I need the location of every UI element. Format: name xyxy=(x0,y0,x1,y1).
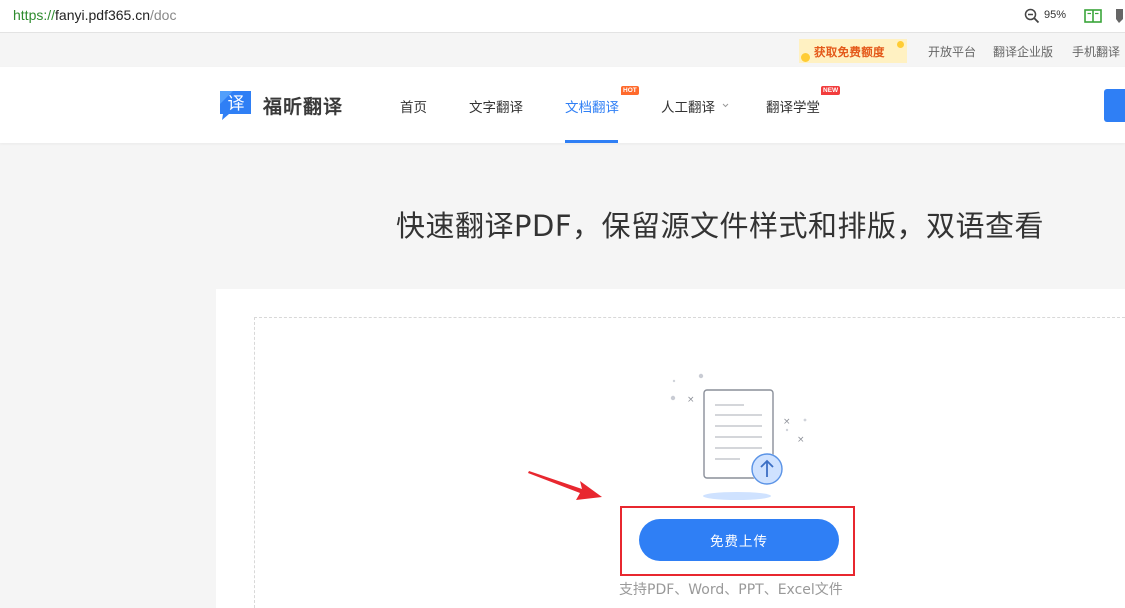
link-open-platform[interactable]: 开放平台 xyxy=(928,43,976,60)
link-mobile[interactable]: 手机翻译 xyxy=(1072,43,1120,60)
link-enterprise[interactable]: 翻译企业版 xyxy=(993,43,1053,60)
browser-address-bar: https://fanyi.pdf365.cn/doc 95% xyxy=(0,0,1125,33)
promo-label: 获取免费额度 xyxy=(814,45,885,59)
nav-doc-translate[interactable]: 文档翻译 xyxy=(565,96,619,116)
svg-text:×: × xyxy=(687,395,695,405)
free-quota-promo[interactable]: 获取免费额度 xyxy=(799,39,907,63)
nav-text-translate[interactable]: 文字翻译 xyxy=(469,96,523,116)
zoom-icon[interactable] xyxy=(1024,8,1040,24)
chevron-down-icon xyxy=(722,103,729,108)
sparkle-icon xyxy=(897,41,904,48)
logo-icon[interactable]: 译 xyxy=(217,88,254,122)
reader-mode-icon[interactable] xyxy=(1084,7,1102,25)
supported-formats-text: 支持PDF、Word、PPT、Excel文件 xyxy=(619,582,843,598)
sparkle-icon xyxy=(801,53,810,62)
new-badge: NEW xyxy=(821,86,841,95)
zoom-level[interactable]: 95% xyxy=(1044,9,1066,21)
utility-bar: 获取免费额度 开放平台 翻译企业版 手机翻译 xyxy=(0,34,1125,67)
svg-text:×: × xyxy=(783,417,791,427)
extension-icon[interactable] xyxy=(1114,7,1125,25)
annotation-arrow xyxy=(528,471,602,500)
hot-badge: HOT xyxy=(621,86,639,95)
nav-academy[interactable]: 翻译学堂 xyxy=(766,96,820,116)
free-upload-button[interactable]: 免费上传 xyxy=(639,519,839,561)
active-nav-underline xyxy=(565,140,618,143)
logo-text[interactable]: 福昕翻译 xyxy=(263,92,343,119)
login-button[interactable] xyxy=(1104,89,1125,122)
main-header: 译 福昕翻译 首页 文字翻译 文档翻译 HOT 人工翻译 翻译学堂 NEW xyxy=(0,67,1125,143)
nav-human-translate[interactable]: 人工翻译 xyxy=(661,96,715,116)
url-path: /doc xyxy=(150,7,177,23)
url-scheme: https:// xyxy=(13,7,56,23)
url-host: fanyi.pdf365.cn xyxy=(55,7,150,23)
document-upload-illustration: × × × xyxy=(670,373,807,500)
nav-home[interactable]: 首页 xyxy=(400,96,427,116)
svg-text:×: × xyxy=(797,435,805,445)
page-title: 快速翻译PDF，保留源文件样式和排版，双语查看 xyxy=(396,209,1044,243)
address-url[interactable]: https://fanyi.pdf365.cn/doc xyxy=(13,7,176,23)
logo-char: 译 xyxy=(228,94,245,114)
